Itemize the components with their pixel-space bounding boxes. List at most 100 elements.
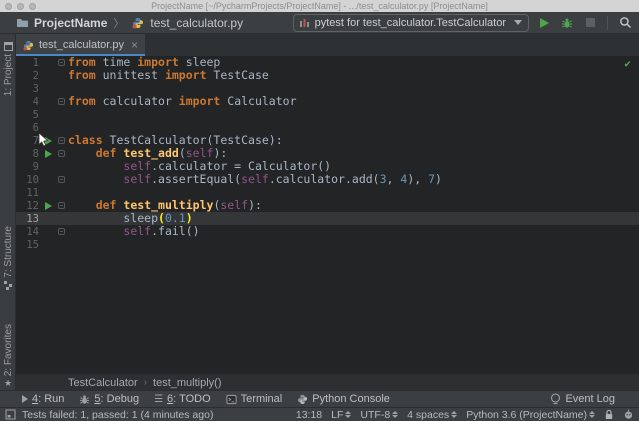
line-number[interactable]: 4: [16, 96, 42, 108]
fold-marker-icon[interactable]: [58, 202, 65, 209]
fold-marker-icon[interactable]: [58, 98, 65, 105]
todo-list-icon: ☰: [154, 394, 163, 405]
line-number[interactable]: 9: [16, 161, 42, 173]
encoding-select[interactable]: UTF-8: [360, 409, 398, 421]
debug-button[interactable]: [559, 15, 575, 31]
line-number[interactable]: 10: [16, 174, 42, 186]
run-icon: [22, 395, 28, 403]
project-tool-icon: [4, 42, 13, 51]
code-line[interactable]: 5: [16, 108, 639, 121]
mouse-cursor: [38, 132, 49, 148]
breadcrumb-bottom: TestCalculator › test_multiply(): [16, 374, 639, 390]
code-line[interactable]: 10 self.assertEqual(self.calculator.add(…: [16, 173, 639, 186]
fold-marker-icon[interactable]: [58, 228, 65, 235]
breadcrumb-project[interactable]: ProjectName: [34, 16, 107, 30]
chevron-right-icon: ›: [144, 377, 147, 388]
indent-select[interactable]: 4 spaces: [407, 409, 457, 421]
run-test-gutter-icon[interactable]: [45, 150, 52, 158]
window-title: ProjectName [~/PycharmProjects/ProjectNa…: [0, 0, 639, 12]
line-number[interactable]: 15: [16, 239, 42, 251]
interpreter-select[interactable]: Python 3.6 (ProjectName): [466, 409, 595, 421]
fold-marker-icon[interactable]: [58, 137, 65, 144]
sidebar-item-project[interactable]: 1: Project: [0, 42, 16, 96]
line-number[interactable]: 5: [16, 109, 42, 121]
toolwindow-switcher-icon[interactable]: [5, 409, 16, 420]
sidebar-item-label: 7: Structure: [3, 226, 14, 278]
chevron-down-icon: [514, 20, 522, 25]
titlebar: ProjectName [~/PycharmProjects/ProjectNa…: [0, 0, 639, 12]
breadcrumb-method[interactable]: test_multiply(): [153, 377, 221, 389]
sidebar-item-structure[interactable]: 7: Structure: [0, 226, 16, 290]
star-icon: ★: [4, 379, 12, 388]
tab-test-calculator[interactable]: test_calculator.py ×: [16, 34, 145, 56]
toolwindow-todo-button[interactable]: ☰ 6: TODO: [154, 393, 211, 405]
toolwindow-run-button[interactable]: 4: Run: [22, 393, 64, 405]
line-ending-select[interactable]: LF: [331, 409, 351, 421]
search-everywhere-icon[interactable]: [617, 15, 633, 31]
breadcrumb-class[interactable]: TestCalculator: [68, 377, 138, 389]
inspection-ok-icon[interactable]: ✔: [624, 57, 631, 70]
run-configuration-select[interactable]: pytest for test_calculator.TestCalculato…: [293, 14, 529, 32]
status-bar: Tests failed: 1, passed: 1 (4 minutes ag…: [0, 407, 639, 421]
tool-window-stripe-left: 1: Project 7: Structure 2: Favorites ★: [0, 34, 16, 390]
breadcrumb-file[interactable]: test_calculator.py: [150, 16, 243, 30]
updown-chevron-icon: [451, 411, 457, 418]
line-number[interactable]: 12: [16, 200, 42, 212]
event-log-icon: [550, 393, 561, 405]
toolwindow-python-console-button[interactable]: Python Console: [297, 393, 390, 405]
code-editor[interactable]: 1from time import sleep2from unittest im…: [16, 56, 639, 374]
sidebar-item-favorites[interactable]: 2: Favorites ★: [0, 324, 16, 388]
fold-marker-icon[interactable]: [58, 176, 65, 183]
python-test-file-icon: [130, 15, 146, 31]
line-number[interactable]: 14: [16, 226, 42, 238]
updown-chevron-icon: [392, 411, 398, 418]
code-text: self.fail(): [68, 225, 200, 238]
toolbar-divider: [607, 16, 608, 30]
main-toolbar: ProjectName 〉 test_calculator.py: [0, 12, 639, 34]
run-button[interactable]: [536, 15, 552, 31]
navigation-bar: ProjectName 〉 test_calculator.py: [14, 15, 243, 31]
code-text: self.assertEqual(self.calculator.add(3, …: [68, 173, 442, 186]
python-icon: [297, 394, 308, 405]
fold-marker-icon[interactable]: [58, 150, 65, 157]
run-test-gutter-icon[interactable]: [45, 202, 52, 210]
toolwindow-debug-button[interactable]: 5: Debug: [79, 393, 139, 405]
python-test-file-icon: [23, 40, 34, 51]
structure-tool-icon: [4, 281, 13, 290]
run-configuration-label: pytest for test_calculator.TestCalculato…: [315, 17, 506, 29]
fold-marker-icon[interactable]: [58, 59, 65, 66]
terminal-icon: [226, 394, 237, 405]
code-line[interactable]: 2 from unittest import TestCase: [16, 69, 639, 82]
line-number[interactable]: 13: [16, 213, 42, 225]
line-number[interactable]: 11: [16, 187, 42, 199]
pytest-config-icon: [299, 17, 310, 28]
clock: 13:18: [296, 409, 322, 421]
tab-label: test_calculator.py: [39, 39, 124, 51]
project-folder-icon: [14, 15, 30, 31]
line-number[interactable]: 1: [16, 57, 42, 69]
code-line[interactable]: 4 from calculator import Calculator: [16, 95, 639, 108]
sidebar-item-label: 2: Favorites: [3, 324, 14, 376]
toolwindow-terminal-button[interactable]: Terminal: [226, 393, 283, 405]
line-number[interactable]: 3: [16, 83, 42, 95]
code-text: from unittest import TestCase: [68, 69, 269, 82]
editor-tab-bar: test_calculator.py ×: [16, 34, 639, 56]
code-lines-container: 1from time import sleep2from unittest im…: [16, 56, 639, 251]
line-number[interactable]: 8: [16, 148, 42, 160]
code-line[interactable]: 14 self.fail(): [16, 225, 639, 238]
stop-button[interactable]: [582, 15, 598, 31]
event-log-button[interactable]: Event Log: [550, 393, 615, 405]
lock-icon[interactable]: [604, 409, 614, 420]
sidebar-item-label: 1: Project: [3, 54, 14, 96]
hector-inspector-icon[interactable]: [623, 409, 634, 420]
status-message: Tests failed: 1, passed: 1 (4 minutes ag…: [22, 409, 213, 421]
code-line[interactable]: 15: [16, 238, 639, 251]
bug-icon: [79, 394, 90, 405]
line-number[interactable]: 2: [16, 70, 42, 82]
tool-window-bar: 4: Run 5: Debug ☰ 6: TODO: [0, 390, 639, 407]
code-text: from calculator import Calculator: [68, 95, 297, 108]
pycharm-window: ProjectName [~/PycharmProjects/ProjectNa…: [0, 0, 639, 421]
chevron-right-icon: 〉: [111, 15, 126, 31]
close-icon[interactable]: ×: [131, 40, 138, 50]
updown-chevron-icon: [345, 411, 351, 418]
